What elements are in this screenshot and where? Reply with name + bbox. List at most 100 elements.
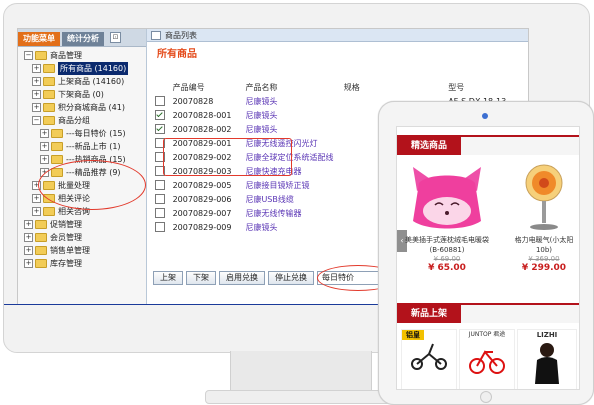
- expand-icon[interactable]: +: [24, 220, 33, 229]
- price: ¥ 65.00: [428, 263, 466, 273]
- tree-node[interactable]: + 会员管理: [18, 231, 146, 244]
- folder-icon: [35, 51, 47, 60]
- row-checkbox[interactable]: [155, 180, 165, 190]
- camera-icon: [482, 113, 488, 119]
- menu-panel: 功能菜单 统计分析 ⊡ − 商品管理 + 所有商品 (14160) + 上架商品 (141…: [18, 29, 174, 304]
- new-product-1[interactable]: 铝皇: [401, 329, 457, 389]
- expand-icon[interactable]: +: [40, 129, 49, 138]
- folder-icon: [43, 64, 55, 73]
- row-checkbox[interactable]: [155, 96, 165, 106]
- cell-name[interactable]: 尼康镜头: [243, 108, 341, 122]
- expand-icon[interactable]: +: [24, 246, 33, 255]
- tree-node-label: 会员管理: [50, 233, 82, 242]
- monitor-base: [205, 390, 397, 404]
- panel-title: 商品列表: [165, 30, 197, 40]
- collapse-icon[interactable]: ⊡: [110, 32, 121, 43]
- highlight-box-selected: [163, 138, 292, 176]
- row-checkbox[interactable]: [155, 222, 165, 232]
- home-button[interactable]: [480, 391, 492, 403]
- tree-node-label: 促销管理: [50, 220, 82, 229]
- checkbox-cell: [153, 122, 171, 136]
- column-header[interactable]: 规格: [342, 80, 446, 94]
- new-product-2[interactable]: JUNTOP 君途: [459, 329, 515, 389]
- tree-node[interactable]: + 下架商品 (0): [18, 88, 146, 101]
- section-new: 新品上架: [397, 303, 579, 323]
- expand-icon[interactable]: +: [40, 155, 49, 164]
- expand-icon[interactable]: +: [24, 233, 33, 242]
- cell-code: 20070829-005: [172, 180, 232, 190]
- tree-node-label: 商品管理: [50, 51, 82, 60]
- tablet-frame: 精选商品 ‹ 美美插手式莲枕绒毛电暖袋 (B-60881) ¥ 69.00 ¥ …: [378, 101, 594, 405]
- expand-icon[interactable]: +: [24, 259, 33, 268]
- row-checkbox[interactable]: [155, 110, 165, 120]
- tree-node[interactable]: − 商品管理: [18, 49, 146, 62]
- tree-node-label: ---每日特价 (15): [66, 129, 126, 138]
- checkbox-cell: [153, 220, 171, 234]
- tree-node[interactable]: + 上架商品 (14160): [18, 75, 146, 88]
- table-header: 产品编号 产品名称 规格 型号: [153, 80, 528, 94]
- folder-icon: [43, 207, 55, 216]
- checkbox-cell: [153, 178, 171, 192]
- tree-node-label: 下架商品 (0): [58, 90, 104, 99]
- section-title-featured: 精选商品: [397, 137, 462, 155]
- tree-node[interactable]: + 促销管理: [18, 218, 146, 231]
- row-checkbox[interactable]: [155, 208, 165, 218]
- stop-exchange-button[interactable]: 停止兑换: [268, 271, 314, 285]
- page-title: 所有商品: [157, 49, 197, 60]
- cell-name[interactable]: 尼康无线传输器: [243, 206, 341, 220]
- price: ¥ 299.00: [521, 263, 567, 273]
- tree-node[interactable]: + 销售单管理: [18, 244, 146, 257]
- column-header[interactable]: 产品编号: [171, 80, 244, 94]
- row-checkbox[interactable]: [155, 194, 165, 204]
- expand-icon[interactable]: +: [40, 142, 49, 151]
- header-cell: [153, 80, 171, 94]
- brand-label: LIZHI: [536, 331, 558, 339]
- offshelf-button[interactable]: 下架: [186, 271, 216, 285]
- expand-icon[interactable]: +: [32, 90, 41, 99]
- folder-icon: [35, 233, 47, 242]
- collapse-icon[interactable]: −: [24, 51, 33, 60]
- cell-name[interactable]: 尼康接目镜矫正镜: [243, 178, 341, 192]
- expand-icon[interactable]: +: [32, 103, 41, 112]
- folder-icon: [35, 246, 47, 255]
- expand-icon[interactable]: +: [32, 77, 41, 86]
- collapse-icon[interactable]: −: [32, 116, 41, 125]
- brand-label: JUNTOP 君途: [468, 331, 506, 338]
- new-product-3[interactable]: LIZHI: [517, 329, 577, 389]
- product-card-1[interactable]: 美美插手式莲枕绒毛电暖袋 (B-60881) ¥ 69.00 ¥ 65.00: [401, 161, 493, 273]
- cell-name[interactable]: 尼康USB线缆: [243, 192, 341, 206]
- tree-node-label: 商品分组: [58, 116, 90, 125]
- onshelf-button[interactable]: 上架: [153, 271, 183, 285]
- tab-function-menu[interactable]: 功能菜单: [18, 32, 60, 46]
- tree-node[interactable]: + ---新品上市 (1): [18, 140, 146, 153]
- row-checkbox[interactable]: [155, 124, 165, 134]
- folder-icon: [35, 220, 47, 229]
- tree-node-label: 所有商品 (14160): [58, 62, 129, 75]
- expand-icon[interactable]: +: [32, 64, 41, 73]
- folder-icon: [51, 155, 63, 164]
- column-header[interactable]: 产品名称: [243, 80, 341, 94]
- tree-node[interactable]: + 积分商城商品 (41): [18, 101, 146, 114]
- section-title-new: 新品上架: [397, 305, 462, 323]
- tree-node[interactable]: − 商品分组: [18, 114, 146, 127]
- product-card-2[interactable]: 格力电暖气(小太阳 10b) ¥ 369.00 ¥ 299.00: [503, 161, 579, 273]
- tree-node[interactable]: + 库存管理: [18, 257, 146, 270]
- expand-icon[interactable]: +: [32, 194, 41, 203]
- folder-icon: [43, 103, 55, 112]
- enable-exchange-button[interactable]: 启用兑换: [219, 271, 265, 285]
- cell-name[interactable]: 尼康镜头: [243, 94, 341, 108]
- tree-node[interactable]: + 所有商品 (14160): [18, 62, 146, 75]
- tree-node[interactable]: + ---每日特价 (15): [18, 127, 146, 140]
- tab-statistics[interactable]: 统计分析: [62, 32, 104, 46]
- cell-name[interactable]: 尼康镜头: [243, 220, 341, 234]
- folder-icon: [43, 90, 55, 99]
- panel-bar: 商品列表: [147, 29, 528, 42]
- expand-icon[interactable]: +: [32, 207, 41, 216]
- checkbox-cell: [153, 192, 171, 206]
- column-header[interactable]: 型号: [446, 80, 528, 94]
- cell-code: 20070828-001: [172, 110, 232, 120]
- old-price: ¥ 369.00: [528, 255, 560, 263]
- cell-code: 20070829-009: [172, 222, 232, 232]
- cell-name[interactable]: 尼康镜头: [243, 122, 341, 136]
- product-sku: 10b): [535, 246, 553, 254]
